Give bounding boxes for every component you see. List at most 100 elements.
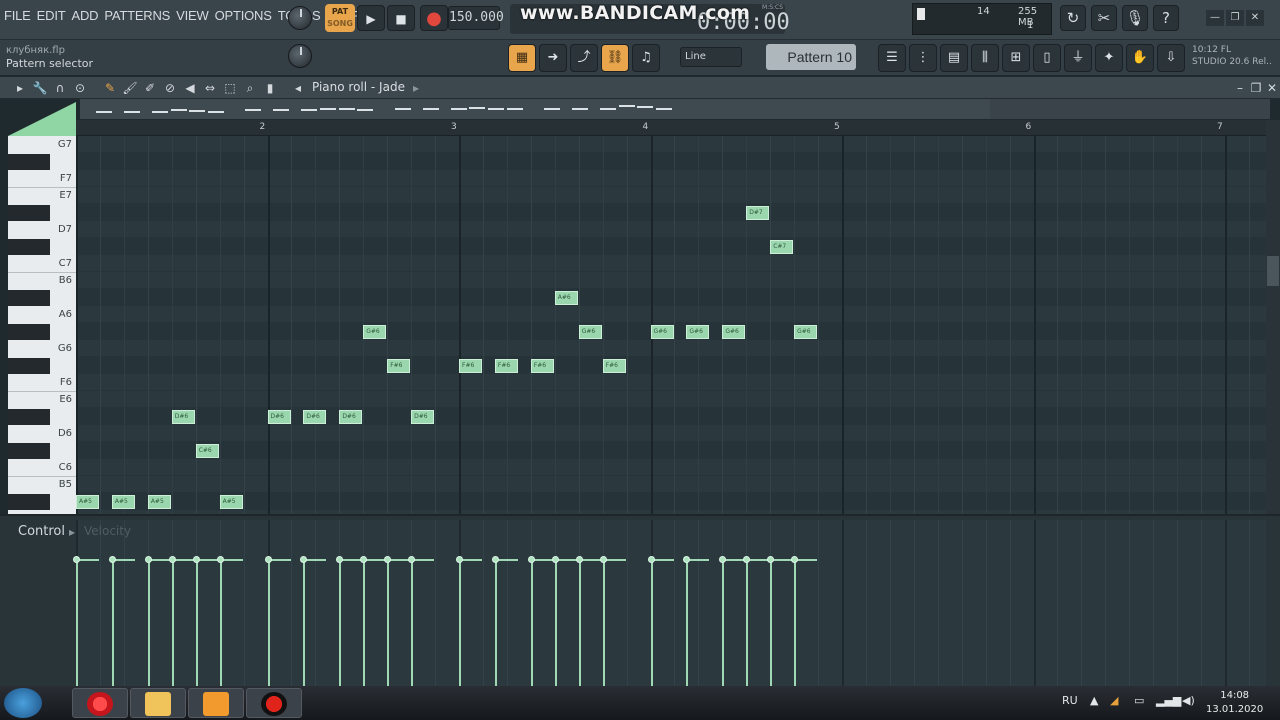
black-key[interactable] [8,289,50,306]
velocity-stem[interactable] [602,560,605,686]
minimize-button[interactable]: — [1206,10,1224,26]
speaker-toggle[interactable]: ◂ [290,80,306,96]
velocity-handle[interactable] [743,556,751,563]
timeline-ruler[interactable]: 2 3 4 5 6 7 [76,120,1266,136]
note[interactable]: F#6 [387,358,411,373]
note[interactable]: F#6 [530,358,554,373]
velocity-stem[interactable] [76,560,78,686]
velocity-stem[interactable] [339,560,342,686]
menu-edit[interactable]: EDIT [37,8,66,23]
vertical-scrollbar[interactable] [1266,120,1280,514]
play-mode-button[interactable]: ⊙ [72,80,88,96]
velocity-stem[interactable] [363,560,366,686]
help-button[interactable]: ? [1153,5,1179,31]
playlist-button[interactable]: ☰ [878,44,906,72]
note[interactable]: A#5 [111,494,135,509]
title-arrow[interactable]: ▸ [408,80,424,96]
velocity-handle[interactable] [491,556,499,563]
volume-tray-icon[interactable]: ◀) [1182,694,1195,707]
pr-maximize-button[interactable]: ❐ [1248,80,1264,96]
velocity-stem[interactable] [794,560,797,686]
play-button[interactable]: ▶ [357,5,385,31]
black-key[interactable] [8,323,50,340]
note[interactable]: D#6 [171,409,195,424]
plugin-picker-button[interactable]: ✦ [1095,44,1123,72]
stop-button[interactable]: ■ [387,5,415,31]
note[interactable]: D#7 [746,205,770,220]
piano-roll-button[interactable]: ⋮ [909,44,937,72]
note[interactable]: A#6 [554,290,578,305]
control-label[interactable]: Control [18,524,65,539]
velocity-stem[interactable] [746,560,749,686]
velocity-stem[interactable] [650,560,653,686]
taskbar-bandicam[interactable] [246,688,302,718]
undo-button[interactable]: ↻ [1060,5,1086,31]
note[interactable]: D#6 [303,409,327,424]
options-arrow[interactable]: ▸ [12,80,28,96]
black-key[interactable] [8,357,50,374]
control-arrow[interactable]: ▸ [64,524,80,540]
velocity-stem[interactable] [219,560,222,686]
download-button[interactable]: ⇩ [1157,44,1185,72]
magnet-button[interactable]: ∩ [52,80,68,96]
menu-options[interactable]: OPTIONS [215,8,272,23]
note[interactable]: G#6 [578,324,602,339]
cut-button[interactable]: ✂ [1091,5,1117,31]
velocity-handle[interactable] [719,556,727,563]
velocity-handle[interactable] [168,556,176,563]
close-button[interactable]: ✕ [1246,10,1264,26]
note[interactable]: A#5 [147,494,171,509]
velocity-stem[interactable] [171,560,174,686]
black-key[interactable] [8,493,50,510]
note-grid[interactable]: A#5 A#5 A#5 D#6 C#6 A#5 D#6 D#6 D#6 G#6 F#6 D#6 F#6 F… [76,136,1266,514]
note[interactable]: D#6 [411,409,435,424]
note[interactable]: C#6 [195,443,219,458]
black-key[interactable] [8,408,50,425]
tempo-display[interactable]: 150.000 [448,6,504,30]
speaker-tray-icon[interactable]: ◢ [1110,694,1118,707]
paint-tool[interactable]: 🖌 [122,80,138,96]
draw-tool[interactable]: ✎ [102,80,118,96]
note[interactable]: D#6 [267,409,291,424]
record-button[interactable]: ● [420,5,448,31]
velocity-stem[interactable] [770,560,773,686]
signal-icon[interactable]: ▂▄▆ [1156,694,1181,707]
taskbar-opera[interactable] [72,688,128,718]
velocity-handle[interactable] [264,556,272,563]
velocity-handle[interactable] [599,556,607,563]
maximize-button[interactable]: ❐ [1226,10,1244,26]
note[interactable]: C#7 [770,239,794,254]
menu-add[interactable]: ADD [71,8,98,23]
mute-tool[interactable]: ⊘ [162,80,178,96]
touch-controller-button[interactable]: ✋ [1126,44,1154,72]
velocity-stem[interactable] [686,560,689,686]
black-key[interactable] [8,204,50,221]
link-button[interactable]: ⛓ [601,44,629,72]
velocity-stem[interactable] [147,560,150,686]
note[interactable]: F#6 [494,358,518,373]
velocity-stem[interactable] [411,560,414,686]
black-key[interactable] [8,442,50,459]
note[interactable]: G#6 [650,324,674,339]
menu-file[interactable]: FILE [4,8,31,23]
select-tool[interactable]: ⬚ [222,80,238,96]
tools-button[interactable]: 🔧 [32,80,48,96]
master-pitch-knob[interactable] [288,44,312,68]
velocity-handle[interactable] [384,556,392,563]
velocity-stem[interactable] [387,560,390,686]
velocity-stem[interactable] [494,560,497,686]
menu-patterns[interactable]: PATTERNS [104,8,170,23]
note[interactable]: A#5 [219,494,243,509]
black-key[interactable] [8,238,50,255]
velocity-handle[interactable] [360,556,368,563]
project-button[interactable]: ▯ [1033,44,1061,72]
note[interactable]: D#6 [339,409,363,424]
mixer-button[interactable]: ⫼ [971,44,999,72]
velocity-handle[interactable] [767,556,775,563]
delete-tool[interactable]: ✐ [142,80,158,96]
note[interactable]: G#6 [722,324,746,339]
note[interactable]: A#5 [76,494,99,509]
playback-tool[interactable]: ▮ [262,80,278,96]
start-button[interactable] [4,688,42,718]
pr-minimize-button[interactable]: – [1232,80,1248,96]
